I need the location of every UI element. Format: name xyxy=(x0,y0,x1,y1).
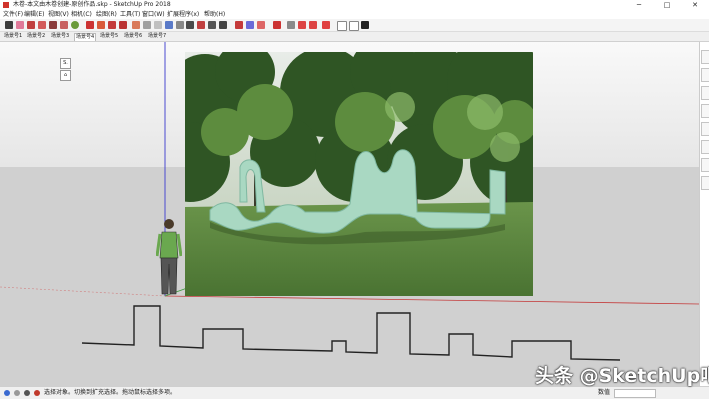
tab-scene-1[interactable]: 场景号1 xyxy=(3,33,23,40)
line-icon[interactable] xyxy=(27,21,35,29)
arc-icon[interactable] xyxy=(38,21,46,29)
maximize-button[interactable]: □ xyxy=(653,0,681,10)
save-icon[interactable] xyxy=(322,21,330,29)
components-icon[interactable] xyxy=(246,21,254,29)
menu-bar: 文件(F) 编辑(E) 视图(V) 相机(C) 绘图(R) 工具(T) 窗口(W… xyxy=(0,10,709,19)
3d-text-icon[interactable] xyxy=(176,21,184,29)
move-icon[interactable] xyxy=(86,21,94,29)
scene-tabs: 场景号1 场景号2 场景号3 场景号4 场景号5 场景号6 场景号7 xyxy=(0,32,709,42)
paint-icon[interactable] xyxy=(235,21,243,29)
menu-extensions[interactable]: 扩展程序(x) xyxy=(167,10,199,19)
tray-tab-4[interactable] xyxy=(701,104,709,118)
tab-scene-4[interactable]: 场景号4 xyxy=(74,33,97,41)
tray-tab-3[interactable] xyxy=(701,86,709,100)
help-icon[interactable] xyxy=(34,390,40,396)
scale-icon[interactable] xyxy=(108,21,116,29)
tab-scene-2[interactable]: 场景号2 xyxy=(26,33,46,40)
credits-icon[interactable] xyxy=(14,390,20,396)
title-bar: 木卷-本文由木卷创建-原创作品.skp - SketchUp Pro 2018 … xyxy=(0,0,709,10)
main-toolbar xyxy=(0,19,709,32)
menu-help[interactable]: 帮助(H) xyxy=(204,10,225,19)
axes-icon[interactable] xyxy=(165,21,173,29)
geo-location-icon[interactable] xyxy=(4,390,10,396)
rectangle-icon[interactable] xyxy=(49,21,57,29)
offset-icon[interactable] xyxy=(119,21,127,29)
orbit-icon[interactable] xyxy=(186,21,194,29)
rotate-icon[interactable] xyxy=(97,21,105,29)
menu-tools[interactable]: 工具(T) xyxy=(120,10,140,19)
measurements-label: 数值 xyxy=(598,389,611,396)
dimension-icon[interactable] xyxy=(143,21,151,29)
user-icon[interactable] xyxy=(24,390,30,396)
menu-file[interactable]: 文件(F) xyxy=(3,10,23,19)
tray-tab-7[interactable] xyxy=(701,158,709,172)
close-button[interactable]: ✕ xyxy=(681,0,709,10)
tab-scene-3[interactable]: 场景号3 xyxy=(50,33,70,40)
tray-tab-6[interactable] xyxy=(701,140,709,154)
model-viewport[interactable]: S. ⌂ xyxy=(0,42,699,386)
menu-view[interactable]: 视图(V) xyxy=(48,10,69,19)
tray-tab-5[interactable] xyxy=(701,122,709,136)
push-pull-icon[interactable] xyxy=(71,21,79,29)
measurements-input[interactable] xyxy=(614,389,656,398)
3d-warehouse-icon[interactable] xyxy=(257,21,265,29)
menu-window[interactable]: 窗口(W) xyxy=(142,10,165,19)
tray-tab-2[interactable] xyxy=(701,68,709,82)
tray-tab-1[interactable] xyxy=(701,50,709,64)
folder-icon[interactable] xyxy=(309,21,317,29)
menu-edit[interactable]: 编辑(E) xyxy=(24,10,44,19)
zoom-icon[interactable] xyxy=(208,21,216,29)
menu-camera[interactable]: 相机(C) xyxy=(71,10,92,19)
select-icon[interactable] xyxy=(5,21,13,29)
skyline-edge-outline xyxy=(81,305,621,361)
tab-scene-5[interactable]: 场景号5 xyxy=(99,33,119,40)
tape-icon[interactable] xyxy=(132,21,140,29)
layout-icon[interactable] xyxy=(287,21,295,29)
print-icon[interactable] xyxy=(349,21,359,31)
text-icon[interactable] xyxy=(154,21,162,29)
zoom-extents-icon[interactable] xyxy=(219,21,227,29)
home-icon[interactable] xyxy=(361,21,369,29)
style-icon[interactable] xyxy=(298,21,306,29)
tab-scene-6[interactable]: 场景号6 xyxy=(123,33,143,40)
tab-scene-7[interactable]: 场景号7 xyxy=(147,33,167,40)
circle-icon[interactable] xyxy=(60,21,68,29)
camera-icon[interactable] xyxy=(337,21,347,31)
window-title: 木卷-本文由木卷创建-原创作品.skp - SketchUp Pro 2018 xyxy=(13,1,171,8)
sketchup-app-icon xyxy=(3,2,9,8)
pan-icon[interactable] xyxy=(197,21,205,29)
menu-draw[interactable]: 绘图(R) xyxy=(96,10,117,19)
status-message: 选择对象。切换到扩充选择。拖动鼠标选择多项。 xyxy=(44,389,177,396)
eraser-icon[interactable] xyxy=(16,21,24,29)
watermark-text: 头条 @SketchUp吧 xyxy=(535,365,709,387)
default-tray-panel xyxy=(699,42,709,386)
extension-icon[interactable] xyxy=(273,21,281,29)
tray-tab-8[interactable] xyxy=(701,176,709,190)
minimize-button[interactable]: ─ xyxy=(625,0,653,10)
